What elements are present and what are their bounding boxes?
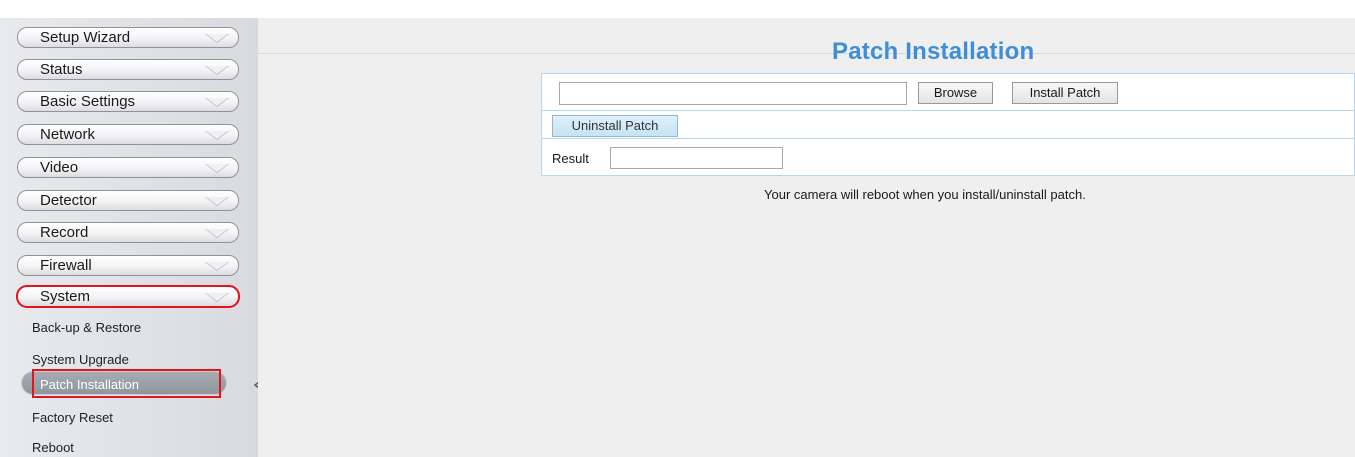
selection-outline [32, 369, 221, 398]
menu-firewall[interactable]: Firewall [17, 255, 239, 276]
chevron-down-icon [206, 34, 228, 42]
patch-file-input[interactable] [559, 82, 907, 105]
menu-label: System [40, 288, 91, 305]
row-divider [542, 110, 1355, 111]
result-field [610, 147, 783, 169]
menu-network[interactable]: Network [17, 124, 239, 145]
submenu-factory-reset[interactable]: Factory Reset [32, 410, 113, 425]
menu-label: Setup Wizard [40, 29, 131, 46]
submenu-system-upgrade[interactable]: System Upgrade [32, 352, 129, 367]
menu-status[interactable]: Status [17, 59, 239, 80]
chevron-down-icon [206, 98, 228, 106]
install-patch-button[interactable]: Install Patch [1012, 82, 1118, 104]
result-label: Result [552, 151, 589, 166]
menu-label: Status [40, 61, 83, 78]
menu-label: Detector [40, 192, 97, 209]
menu-label: Video [40, 159, 79, 176]
menu-detector[interactable]: Detector [17, 190, 239, 211]
top-strip [0, 0, 1355, 18]
menu-label: Firewall [40, 257, 92, 274]
chevron-down-icon [206, 229, 228, 237]
divider [258, 53, 1355, 54]
menu-record[interactable]: Record [17, 222, 239, 243]
reboot-notice: Your camera will reboot when you install… [764, 187, 1086, 202]
page-title: Patch Installation [832, 38, 1035, 65]
chevron-down-icon [206, 164, 228, 172]
browse-button[interactable]: Browse [918, 82, 993, 104]
menu-system[interactable]: System [16, 285, 240, 308]
menu-basic-settings[interactable]: Basic Settings [17, 91, 239, 112]
submenu-reboot[interactable]: Reboot [32, 440, 74, 455]
chevron-down-icon [206, 66, 228, 74]
menu-video[interactable]: Video [17, 157, 239, 178]
row-divider [542, 138, 1355, 139]
menu-label: Record [40, 224, 89, 241]
uninstall-patch-button[interactable]: Uninstall Patch [552, 115, 678, 137]
chevron-down-icon [206, 197, 228, 205]
chevron-down-icon [206, 262, 228, 270]
menu-setup-wizard[interactable]: Setup Wizard [17, 27, 239, 48]
menu-label: Network [40, 126, 96, 143]
menu-label: Basic Settings [40, 93, 136, 110]
sidebar: Setup Wizard Status Basic Settings Netwo… [0, 18, 258, 457]
submenu-backup-restore[interactable]: Back-up & Restore [32, 320, 141, 335]
chevron-down-icon [206, 131, 228, 139]
chevron-down-icon [206, 293, 228, 301]
